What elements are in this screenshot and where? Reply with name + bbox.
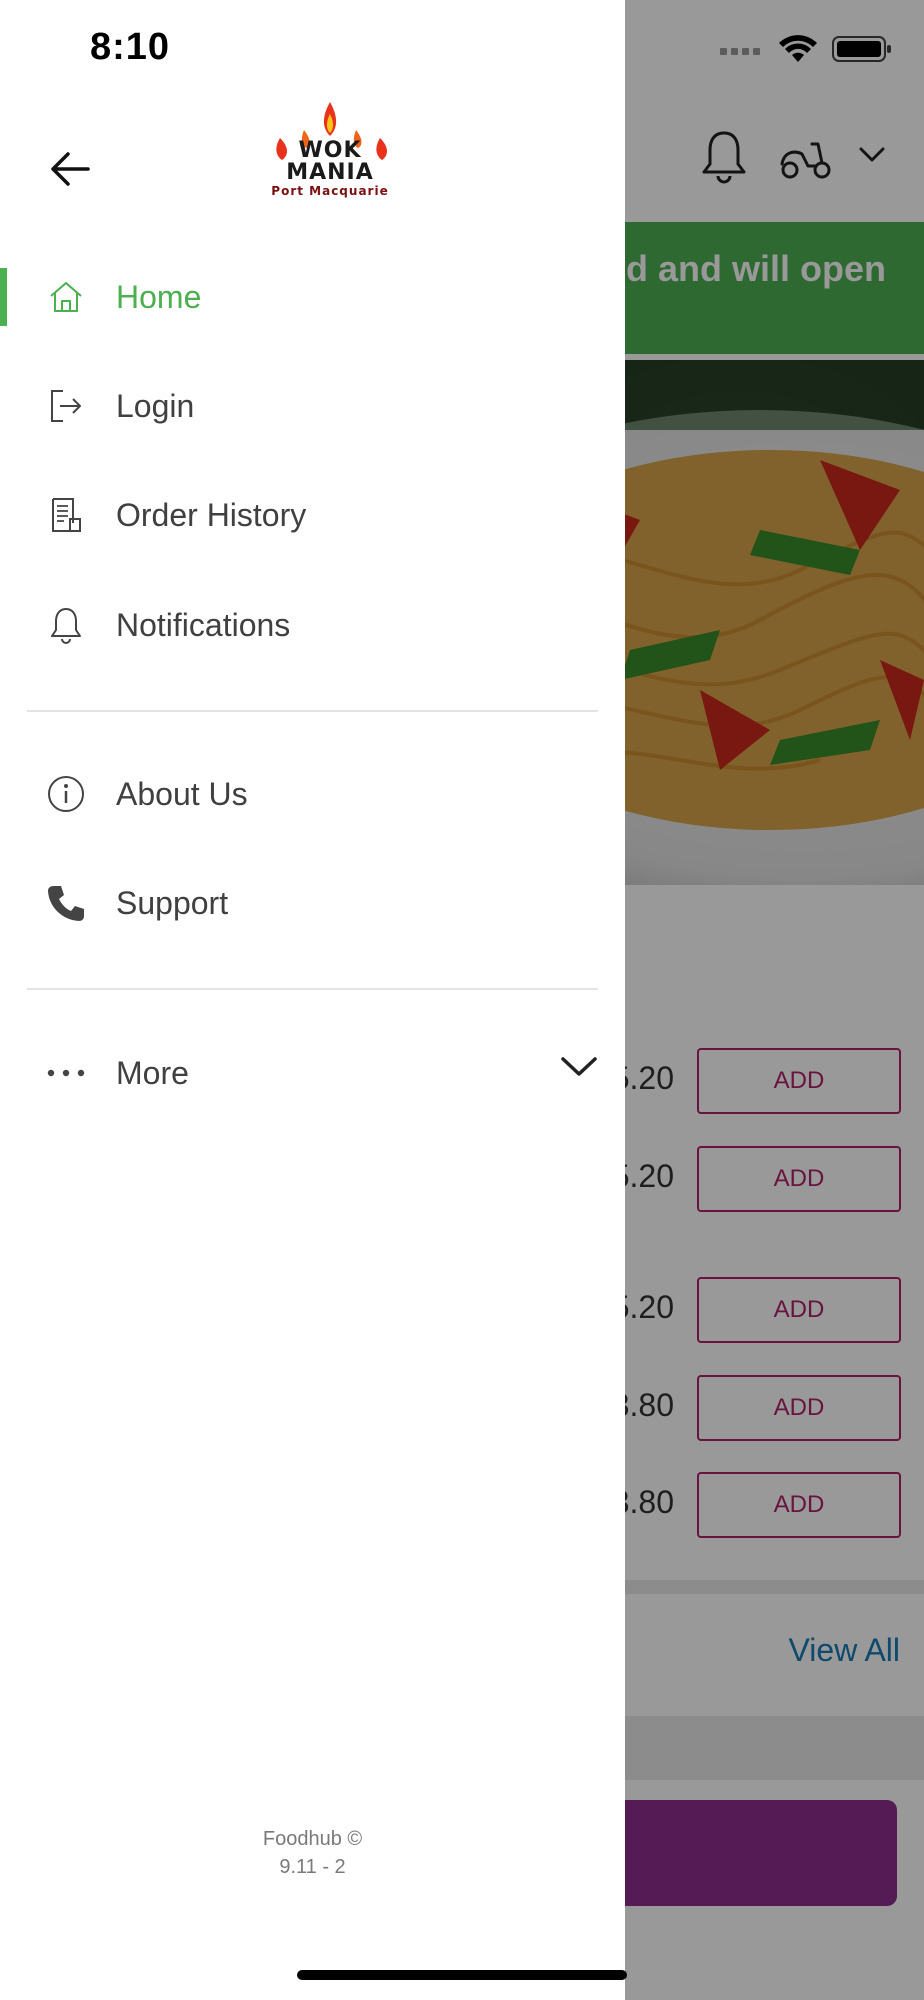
more-dots-icon	[46, 1053, 86, 1093]
app-version-footer: Foodhub © 9.11 - 2	[0, 1825, 625, 1881]
navigation-drawer: 8:10 WOK MANIA Port Macquarie Home Login	[0, 0, 625, 2000]
home-indicator	[297, 1970, 627, 1980]
restaurant-logo: WOK MANIA Port Macquarie	[260, 100, 400, 204]
nav-item-login[interactable]: Login	[0, 361, 625, 451]
home-icon	[46, 277, 86, 317]
nav-item-more[interactable]: More	[0, 1028, 625, 1118]
status-time: 8:10	[90, 26, 171, 68]
login-icon	[46, 386, 86, 426]
logo-line-2: MANIA	[286, 160, 374, 185]
footer-version: 9.11 - 2	[279, 1856, 346, 1878]
nav-item-label: Notifications	[116, 606, 291, 643]
info-icon	[46, 774, 86, 814]
nav-item-about-us[interactable]: About Us	[0, 749, 625, 839]
back-button[interactable]	[44, 142, 98, 196]
phone-icon	[46, 883, 86, 923]
nav-item-order-history[interactable]: Order History	[0, 470, 625, 560]
nav-item-label: Login	[116, 387, 195, 424]
nav-item-label: Home	[116, 278, 202, 315]
nav-item-label: More	[116, 1054, 189, 1091]
bell-icon	[46, 605, 86, 645]
order-history-icon	[46, 495, 86, 535]
nav-item-label: Order History	[116, 496, 307, 533]
nav-item-home[interactable]: Home	[0, 252, 625, 342]
nav-item-label: About Us	[116, 775, 248, 812]
back-arrow-icon	[44, 152, 98, 200]
nav-item-label: Support	[116, 884, 229, 921]
footer-brand: Foodhub ©	[262, 1828, 363, 1850]
nav-item-support[interactable]: Support	[0, 858, 625, 948]
nav-item-notifications[interactable]: Notifications	[0, 580, 625, 670]
logo-line-3: Port Macquarie	[271, 184, 389, 198]
divider	[27, 710, 598, 712]
divider	[27, 988, 598, 990]
chevron-down-icon[interactable]	[560, 1055, 598, 1084]
